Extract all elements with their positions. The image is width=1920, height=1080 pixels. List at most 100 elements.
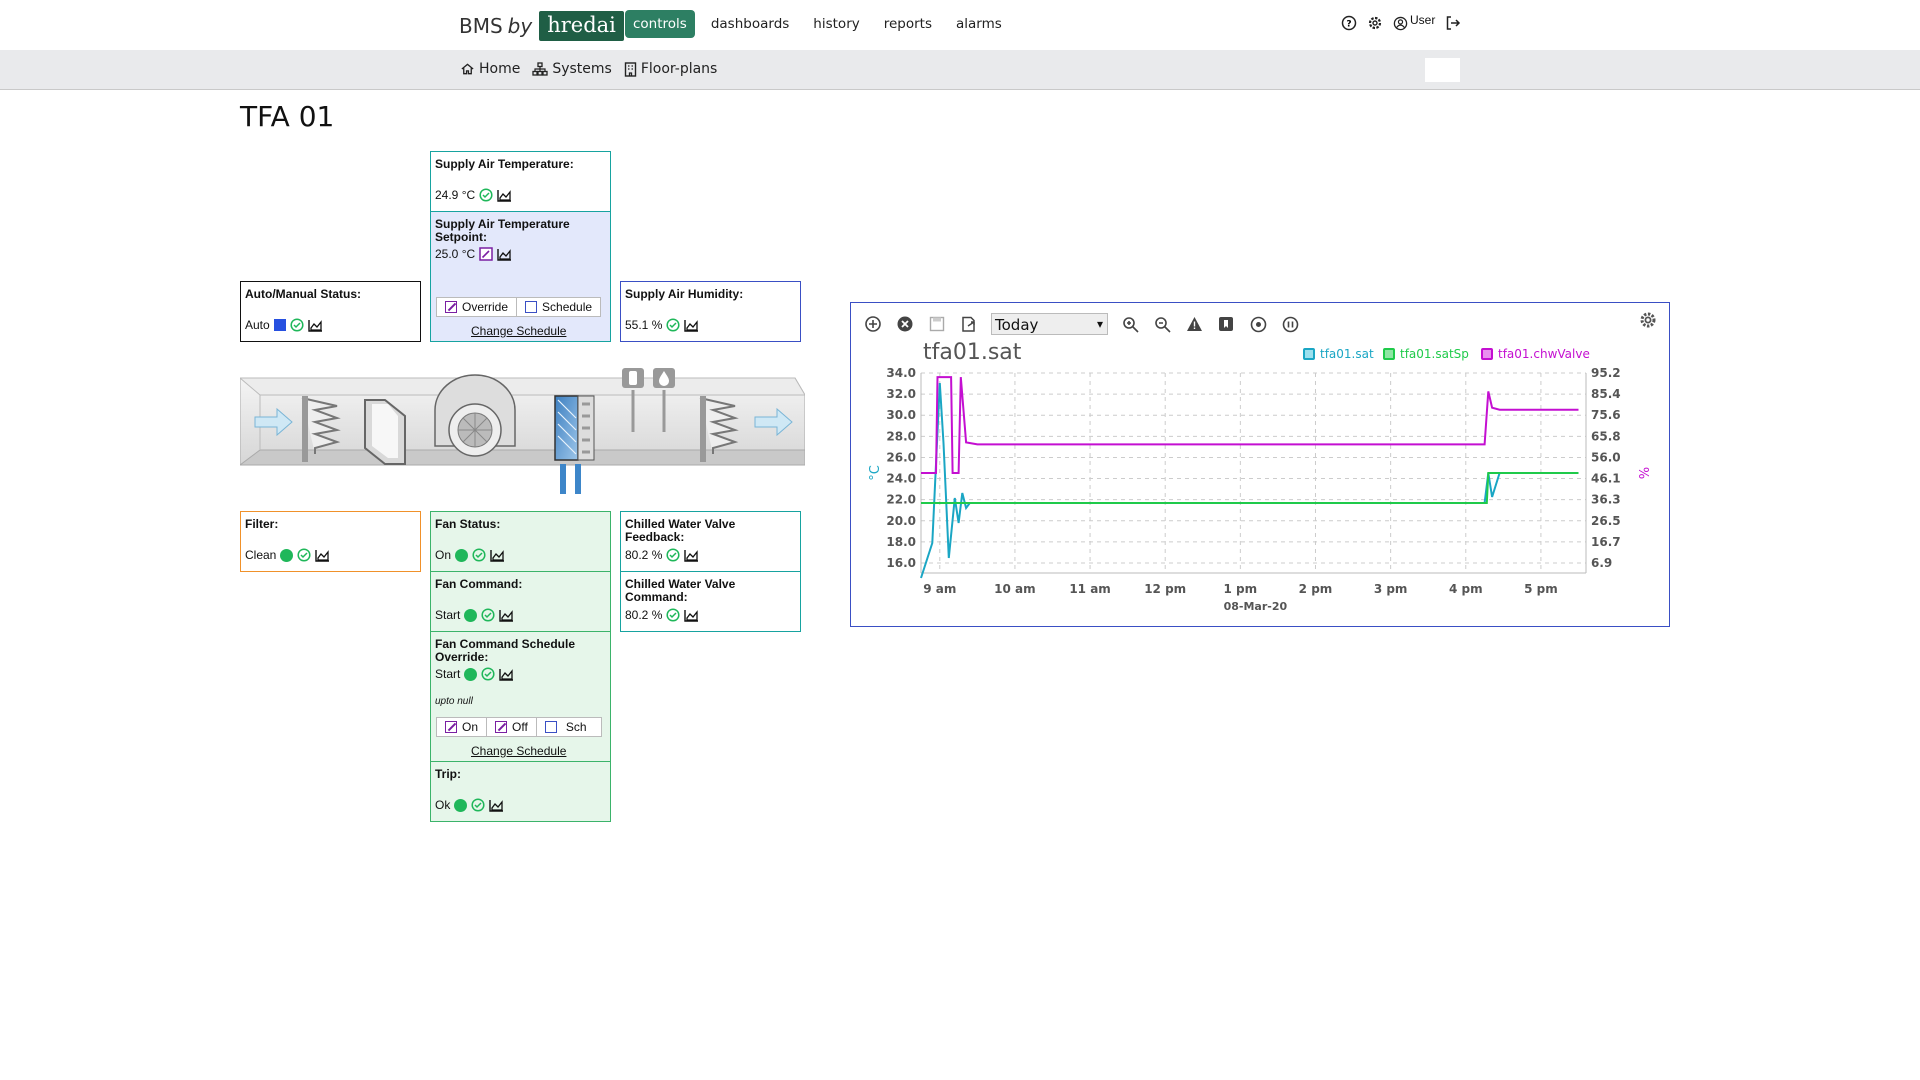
y-left-tick-label: 26.0 [886,450,916,464]
y-right-tick-label: 75.6 [1591,408,1621,422]
trend-chart-icon[interactable] [684,609,699,622]
x-tick-label: 2 pm [1299,582,1333,596]
trend-chart-icon[interactable] [684,549,699,562]
y-left-tick-label: 28.0 [886,429,916,443]
ok-check-icon [472,548,486,562]
schedule-checkbox-icon [525,301,538,313]
brand-logo[interactable]: BMS by hredai [459,11,624,41]
card-value-row: 24.9 °C [435,188,512,202]
x-tick-label: 10 am [994,582,1035,596]
svg-text:?: ? [1346,20,1351,30]
series-line-tfa01-sat [920,382,1579,579]
trend-chart-panel: Today tfa01.sat tfa01.sat tfa01.satSp tf… [850,302,1670,627]
card-value-row: Start [435,608,514,622]
change-schedule-link[interactable]: Change Schedule [471,744,566,758]
on-checkbox-icon [445,721,457,733]
subnav-home[interactable]: Home [460,61,520,77]
trend-chart-icon[interactable] [497,248,512,261]
subnav-systems[interactable]: Systems [532,61,612,77]
card-fan-command: Fan Command: Start [430,571,611,632]
trip-value: Ok [435,798,451,812]
on-option[interactable]: On [437,718,488,736]
trend-chart-icon[interactable] [490,549,505,562]
edit-icon[interactable] [479,247,493,261]
ok-check-icon [666,318,680,332]
y-left-tick-label: 20.0 [886,514,916,528]
y-left-tick-label: 34.0 [886,366,916,380]
card-auto-manual-status: Auto/Manual Status: Auto [240,281,421,342]
y-right-tick-label: 56.0 [1591,450,1621,464]
change-schedule-link[interactable]: Change Schedule [471,324,566,338]
logout-icon[interactable] [1445,15,1461,31]
subnav-home-label: Home [479,61,521,77]
building-icon [624,61,637,77]
card-supply-air-humidity: Supply Air Humidity: 55.1 % [620,281,801,342]
trend-chart-icon[interactable] [307,319,323,332]
on-off-sch-toggle: On Off Sch [436,717,602,737]
sch-option[interactable]: Sch [537,718,601,736]
trend-chart-icon[interactable] [315,549,330,562]
card-label: Fan Command: [435,577,523,591]
nav-tab-controls[interactable]: controls [625,10,695,38]
card-fan-status: Fan Status: On [430,511,611,572]
sch-checkbox-icon [544,721,557,733]
trend-chart-icon[interactable] [489,799,504,812]
help-icon[interactable]: ? [1341,15,1357,31]
x-tick-label: 5 pm [1524,582,1558,596]
card-label: Trip: [435,767,461,781]
subnav-floorplans-label: Floor-plans [640,61,718,77]
y-right-tick-label: 95.2 [1591,366,1621,380]
card-supply-air-temp: Supply Air Temperature: 24.9 °C [430,151,611,212]
card-value-row: Clean [245,548,330,562]
y-right-tick-label: 46.1 [1591,472,1621,486]
trend-chart-icon[interactable] [684,319,699,332]
y-right-tick-label: 6.9 [1591,556,1612,570]
settings-icon[interactable] [1367,15,1383,31]
status-dot-icon [280,548,294,562]
y-right-tick-label: 85.4 [1591,387,1621,401]
sat-value: 24.9 °C [435,188,476,202]
ok-check-icon [479,188,493,202]
cooling-coil-icon [554,395,595,494]
override-label: Override [462,300,509,314]
x-tick-label: 4 pm [1449,582,1483,596]
brand-prefix: BMS [459,14,503,38]
schedule-label: Schedule [542,300,593,314]
x-tick-label: 12 pm [1144,582,1186,596]
nav-tab-dashboards[interactable]: dashboards [703,10,797,38]
user-menu[interactable]: User [1393,13,1435,31]
schedule-option[interactable]: Schedule [517,298,600,316]
cwcmd-value: 80.2 % [625,608,663,622]
card-value-row: Ok [435,798,504,812]
override-option[interactable]: Override [437,298,518,316]
trend-chart-icon[interactable] [499,609,514,622]
y-left-tick-label: 24.0 [886,472,916,486]
filter-value: Clean [245,548,277,562]
nav-tab-alarms[interactable]: alarms [948,10,1010,38]
trend-chart-icon[interactable] [497,189,512,202]
y-left-axis-label: °C [868,465,883,481]
y-left-tick-label: 30.0 [886,408,916,422]
user-icon [1393,16,1408,30]
nav-tab-reports[interactable]: reports [876,10,940,38]
card-value-row: Start [435,667,514,681]
y-right-axis-label: % [1635,467,1650,479]
subnav-floorplans[interactable]: Floor-plans [624,61,718,77]
x-tick-label: 3 pm [1374,582,1408,596]
nav-tab-history[interactable]: history [805,10,867,38]
chart-plot: 34.0 95.2 32.0 85.4 30.0 75.6 28.0 65.8 26.0 56.0… [868,366,1650,613]
sch-label: Sch [565,720,587,734]
trend-chart-icon[interactable] [499,668,514,681]
brand-name: hredai [539,11,624,41]
ahu-diagram [240,368,805,494]
card-value-row: 55.1 % [625,318,699,332]
sitemap-icon [532,62,548,76]
ok-check-icon [471,798,485,812]
status-dot-icon [464,667,478,681]
y-left-tick-label: 22.0 [886,493,916,507]
top-navbar: BMS by hredai controls dashboards histor… [0,0,1920,50]
page-title: TFA 01 [240,100,335,133]
off-checkbox-icon [495,721,508,733]
ok-check-icon [290,318,304,332]
off-option[interactable]: Off [487,718,537,736]
